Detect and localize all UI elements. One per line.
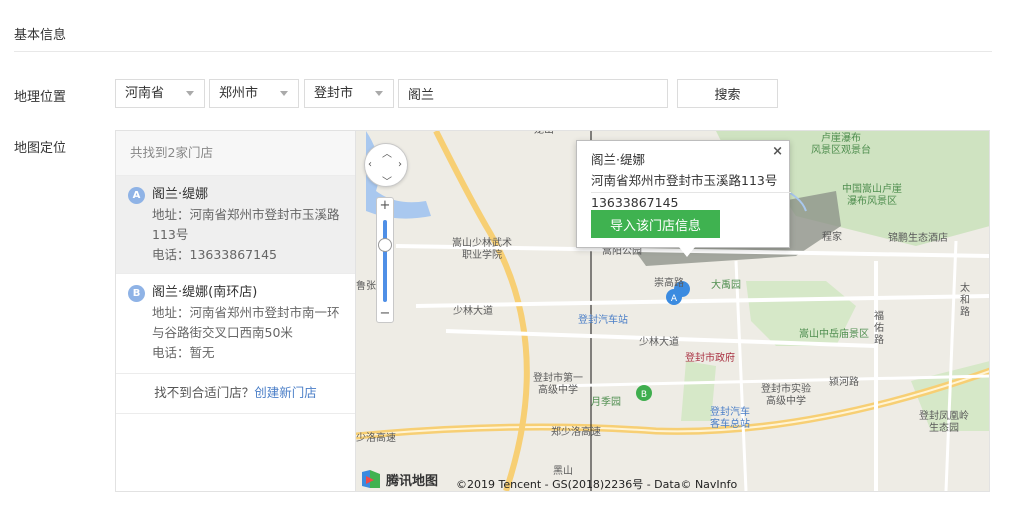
zoom-control: + − [376, 197, 394, 323]
logo-text: 腾讯地图 [386, 473, 439, 489]
keyword-input[interactable] [398, 79, 668, 108]
store-phone: 电话：13633867145 [152, 247, 277, 262]
tencent-map-logo: 腾讯地图 [360, 468, 438, 490]
map-label: 少洛高速 [356, 433, 396, 444]
map-label: 登封市政府 [685, 353, 735, 364]
map-label: 卢崖瀑布 风景区观景台 [811, 133, 871, 156]
map-label: 程家 [822, 232, 842, 243]
result-count: 共找到2家门店 [116, 131, 355, 176]
map-label: 大禹园 [711, 280, 741, 291]
map-label: 登封凤凰岭 生态园 [919, 411, 969, 434]
map-label: 嵩山少林武术 职业学院 [452, 238, 512, 261]
pan-right-icon[interactable]: › [398, 159, 402, 170]
map-label: 少林大道 [639, 337, 679, 348]
map-label: 崇高路 [654, 278, 684, 289]
section-title: 基本信息 [14, 28, 67, 43]
popup-phone: 13633867145 [591, 192, 791, 212]
divider [14, 51, 992, 52]
map-canvas[interactable]: A B 龙山 卢崖瀑布 风景区观景台 中国嵩山卢崖 瀑布风景区 嵩山少林武术 职… [356, 131, 989, 491]
zoom-slider-handle[interactable] [378, 238, 392, 252]
svg-text:B: B [641, 390, 647, 400]
province-value: 河南省 [125, 86, 165, 101]
import-store-button[interactable]: 导入该门店信息 [591, 210, 720, 238]
city-value: 郑州市 [219, 86, 259, 101]
close-icon[interactable]: × [772, 144, 783, 159]
map-label: 太 和 路 [960, 283, 970, 318]
map-label: 颍河路 [829, 377, 859, 388]
zoom-track[interactable] [383, 220, 387, 302]
map-label: 登封汽车 客车总站 [710, 407, 750, 430]
map-label: 锦鹏生态酒店 [888, 233, 948, 244]
zoom-out-icon[interactable]: − [377, 306, 393, 322]
map-label: 郑少洛高速 [551, 427, 601, 438]
store-name: 阁兰·缇娜(南环店) [152, 285, 258, 300]
store-info-popup: × 阁兰·缇娜 河南省郑州市登封市玉溪路113号 13633867145 导入该… [576, 140, 791, 257]
caret-down-icon [280, 91, 288, 96]
map-pan-control[interactable]: ︿ ﹀ ‹ › [364, 143, 408, 188]
zoom-in-icon[interactable]: + [377, 198, 393, 214]
map-label: 登封汽车站 [578, 315, 628, 326]
map-label: 龙山 [534, 131, 554, 137]
svg-text:A: A [671, 294, 678, 304]
map-label: 少林大道 [453, 306, 493, 317]
create-store-link[interactable]: 创建新门店 [254, 385, 317, 400]
pan-left-icon[interactable]: ‹ [368, 159, 372, 170]
tencent-map-logo-icon [362, 470, 380, 488]
district-select[interactable]: 登封市 [304, 79, 394, 108]
map-label: 嵩山中岳庙景区 [799, 329, 869, 340]
not-found-text: 找不到合适门店？ [154, 385, 255, 400]
marker-a-badge: A [128, 187, 145, 204]
map-panel: 共找到2家门店 A 阁兰·缇娜 地址：河南省郑州市登封市玉溪路113号 电话：1… [115, 130, 990, 492]
search-button[interactable]: 搜索 [677, 79, 778, 108]
store-address: 地址：河南省郑州市登封市玉溪路113号 [152, 207, 340, 242]
not-found-row: 找不到合适门店？创建新门店 [116, 374, 355, 414]
pan-down-icon[interactable]: ﹀ [382, 173, 392, 188]
map-label: 登封市实验 高级中学 [761, 384, 811, 407]
caret-down-icon [186, 91, 194, 96]
store-name: 阁兰·缇娜 [152, 187, 209, 202]
store-item-b[interactable]: B 阁兰·缇娜(南环店) 地址：河南省郑州市登封市南一环与谷路街交叉口西南50米… [116, 274, 355, 374]
popup-tail [679, 247, 695, 257]
marker-b-badge: B [128, 285, 145, 302]
store-result-list: 共找到2家门店 A 阁兰·缇娜 地址：河南省郑州市登封市玉溪路113号 电话：1… [116, 131, 356, 491]
city-select[interactable]: 郑州市 [209, 79, 299, 108]
province-select[interactable]: 河南省 [115, 79, 205, 108]
map-label: 福 佑 路 [874, 311, 884, 346]
map-label: 月季园 [591, 397, 621, 408]
store-address: 地址：河南省郑州市登封市南一环与谷路街交叉口西南50米 [152, 305, 340, 340]
popup-address: 河南省郑州市登封市玉溪路113号 [591, 173, 778, 188]
store-phone: 电话：暂无 [152, 345, 215, 360]
store-item-a[interactable]: A 阁兰·缇娜 地址：河南省郑州市登封市玉溪路113号 电话：136338671… [116, 176, 355, 274]
pan-up-icon[interactable]: ︿ [382, 145, 392, 160]
popup-title: 阁兰·缇娜 [591, 152, 645, 167]
map-location-label: 地图定位 [14, 141, 67, 156]
map-marker-b[interactable]: B [636, 385, 652, 401]
geo-label: 地理位置 [14, 90, 67, 105]
map-label: 中国嵩山卢崖 瀑布风景区 [842, 184, 902, 207]
map-copyright: ©2019 Tencent - GS(2018)2236号 - Data© Na… [456, 478, 738, 491]
map-label: 登封市第一 高级中学 [533, 373, 583, 396]
district-value: 登封市 [314, 86, 354, 101]
caret-down-icon [375, 91, 383, 96]
